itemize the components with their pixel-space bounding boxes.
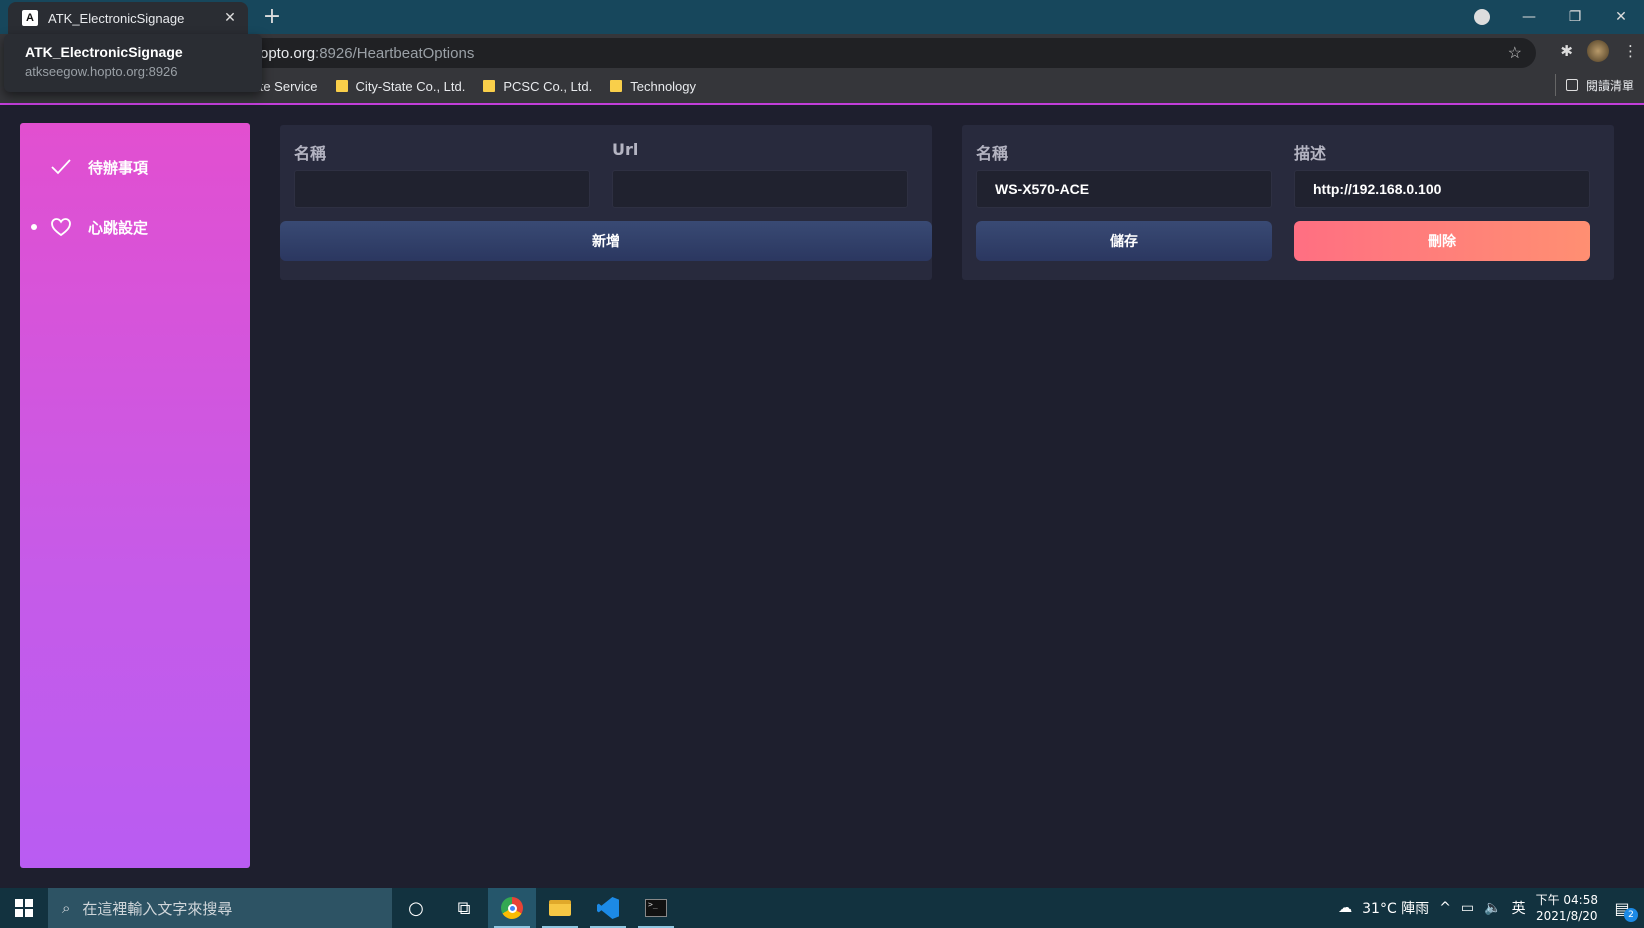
folder-icon [335,80,348,92]
minimize-icon[interactable]: — [1506,9,1552,25]
task-view-icon: ⧉ [457,897,471,919]
description-label: 描述 [1294,144,1327,163]
bookmark-item[interactable]: Technology [610,79,696,94]
window-close-icon[interactable]: ✕ [1598,9,1644,25]
name-label: 名稱 [294,144,327,163]
entry-description-input[interactable]: http://192.168.0.100 [1294,170,1590,208]
reading-list-label: 閱讀清單 [1585,78,1634,93]
vscode-taskbar-app[interactable] [584,888,632,928]
clock-time: 下午 04:58 [1535,893,1598,907]
bookmark-label: City-State Co., Ltd. [355,78,466,94]
tab-tooltip: ATK_ElectronicSignage atkseegow.hopto.or… [4,34,262,92]
close-tab-icon[interactable]: ✕ [222,10,238,26]
extensions-icon[interactable]: ✱ [1560,42,1573,60]
taskbar-search[interactable]: ⌕ 在這裡輸入文字來搜尋 [48,888,392,928]
accent-divider [0,103,1644,105]
url-label: Url [612,140,639,159]
sidebar-item-label: 待辦事項 [88,158,149,177]
terminal-icon: >_ [645,899,667,917]
bookmark-item[interactable]: City-State Co., Ltd. [335,78,466,94]
check-icon [50,156,72,178]
chrome-taskbar-app[interactable] [488,888,536,928]
ime-indicator[interactable]: 英 [1512,898,1526,918]
new-url-input[interactable] [612,170,908,208]
save-button[interactable]: 儲存 [976,221,1272,261]
browser-tab-bar: A ATK_ElectronicSignage ✕ + ▼ — ❐ ✕ [0,0,1644,34]
url-path: :8926/HeartbeatOptions [315,44,475,62]
explorer-taskbar-app[interactable] [536,888,584,928]
new-name-input[interactable] [294,170,590,208]
network-icon[interactable]: ▭ [1461,900,1474,916]
new-tab-button[interactable]: + [260,4,284,29]
volume-icon[interactable]: 🔈 [1484,900,1501,916]
tooltip-title: ATK_ElectronicSignage [25,44,183,60]
cortana-icon: ○ [408,897,424,919]
sidebar-item-label: 心跳設定 [88,218,149,237]
bookmarks-bar: vate Service City-State Co., Ltd. PCSC C… [246,72,696,100]
bookmark-item[interactable]: PCSC Co., Ltd. [483,79,592,94]
tooltip-url: atkseegow.hopto.org:8926 [25,64,178,79]
bookmark-star-icon[interactable]: ☆ [1508,43,1522,63]
restore-icon[interactable]: ❐ [1552,9,1598,25]
folder-icon [483,80,496,92]
add-button[interactable]: 新增 [280,221,932,261]
tab-title: ATK_ElectronicSignage [48,10,185,26]
new-heartbeat-card: 名稱 Url 新增 [280,125,932,280]
bookmark-label: Technology [630,78,697,94]
file-explorer-icon [549,900,571,916]
system-tray: ☁ 31°C 陣雨 ^ ▭ 🔈 英 下午 04:58 2021/8/20 ▤ 2 [1338,888,1644,928]
reading-list-button[interactable]: 閱讀清單 [1554,74,1634,96]
cortana-button[interactable]: ○ [392,888,440,928]
vscode-icon [597,897,619,919]
notification-badge: 2 [1624,908,1638,922]
toolbar-icons: ✱ ⋮ [1560,40,1638,62]
notification-button[interactable]: ▤ 2 [1608,894,1638,922]
folder-icon [610,80,623,92]
window-controls: ▼ — ❐ ✕ [1474,0,1644,34]
address-bar[interactable]: opto.org :8926/HeartbeatOptions ☆ [246,38,1536,68]
clock-date: 2021/8/20 [1536,909,1598,923]
url-host: opto.org [260,44,316,62]
terminal-taskbar-app[interactable]: >_ [632,888,680,928]
name-label: 名稱 [976,144,1009,163]
bookmark-label: PCSC Co., Ltd. [503,78,593,94]
delete-button[interactable]: 刪除 [1294,221,1590,261]
tab-search-icon[interactable]: ▼ [1474,9,1490,25]
entry-name-input[interactable]: WS-X570-ACE [976,170,1272,208]
search-icon: ⌕ [62,899,71,917]
clock[interactable]: 下午 04:58 2021/8/20 [1536,892,1598,924]
browser-tab[interactable]: A ATK_ElectronicSignage ✕ [8,2,248,34]
reading-list-icon [1565,79,1578,91]
windows-icon [15,899,33,917]
search-placeholder: 在這裡輸入文字來搜尋 [82,899,233,918]
sidebar-item-heartbeat[interactable]: 心跳設定 [20,197,250,257]
app-favicon-icon: A [22,10,38,26]
weather-icon[interactable]: ☁ [1338,900,1352,916]
heart-icon [50,216,72,238]
chevron-up-icon[interactable]: ^ [1439,900,1451,916]
sidebar-item-todo[interactable]: 待辦事項 [20,137,250,197]
taskbar: ⌕ 在這裡輸入文字來搜尋 ○ ⧉ >_ ☁ 31°C 陣雨 ^ ▭ 🔈 英 下午… [0,888,1644,928]
task-view-button[interactable]: ⧉ [440,888,488,928]
weather-text[interactable]: 31°C 陣雨 [1362,898,1429,918]
avatar[interactable] [1587,40,1609,62]
menu-icon[interactable]: ⋮ [1623,42,1638,60]
sidebar: 待辦事項 心跳設定 [20,123,250,868]
heartbeat-entry-card: 名稱 描述 WS-X570-ACE http://192.168.0.100 儲… [962,125,1614,280]
active-indicator [31,224,37,230]
start-button[interactable] [0,888,48,928]
chrome-icon [501,897,523,919]
